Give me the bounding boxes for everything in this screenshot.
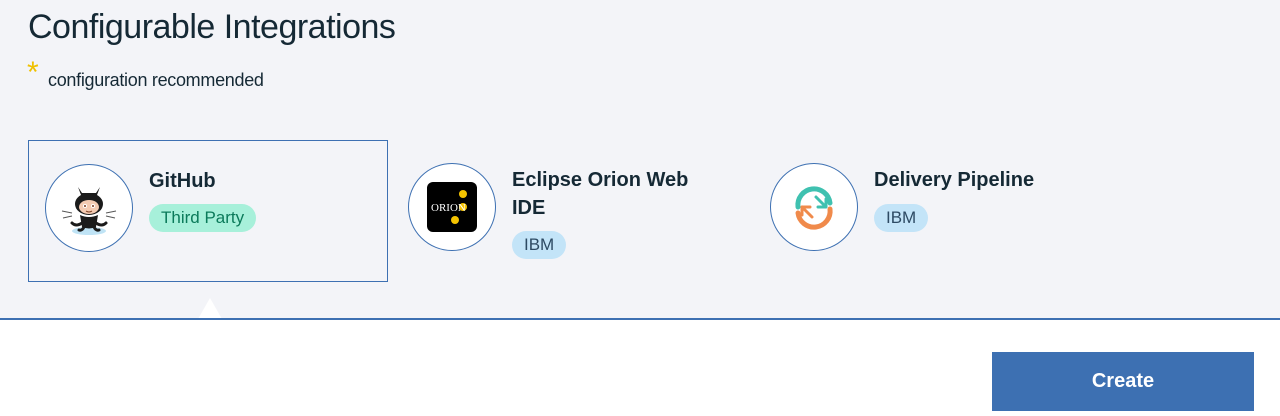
- recommended-note: configuration recommended: [48, 70, 264, 90]
- create-button[interactable]: Create: [992, 352, 1254, 411]
- ibm-tag: IBM: [512, 231, 567, 259]
- panel-divider: [0, 318, 1280, 320]
- integration-tile-github[interactable]: GitHub Third Party: [28, 140, 388, 282]
- integration-tile-orion[interactable]: ORION Eclipse Orion Web IDE IBM: [392, 140, 752, 282]
- integration-name: Eclipse Orion Web IDE: [512, 169, 689, 219]
- section-title: Configurable Integrations: [28, 8, 396, 46]
- orion-icon: ORION: [408, 163, 496, 251]
- github-octocat-icon: [45, 164, 133, 252]
- integration-tile-delivery-pipeline[interactable]: Delivery Pipeline IBM: [754, 140, 1114, 282]
- integration-name: GitHub: [149, 170, 216, 192]
- integration-name: Delivery Pipeline: [874, 169, 1035, 191]
- integrations-panel: Configurable Integrations * configuratio…: [0, 0, 1280, 319]
- ibm-tag: IBM: [874, 204, 929, 232]
- delivery-pipeline-icon: [770, 163, 858, 251]
- orion-icon-text: ORION: [431, 202, 466, 214]
- selection-pointer: [198, 298, 222, 319]
- third-party-tag: Third Party: [149, 204, 257, 232]
- recommended-star-icon: *: [27, 56, 39, 89]
